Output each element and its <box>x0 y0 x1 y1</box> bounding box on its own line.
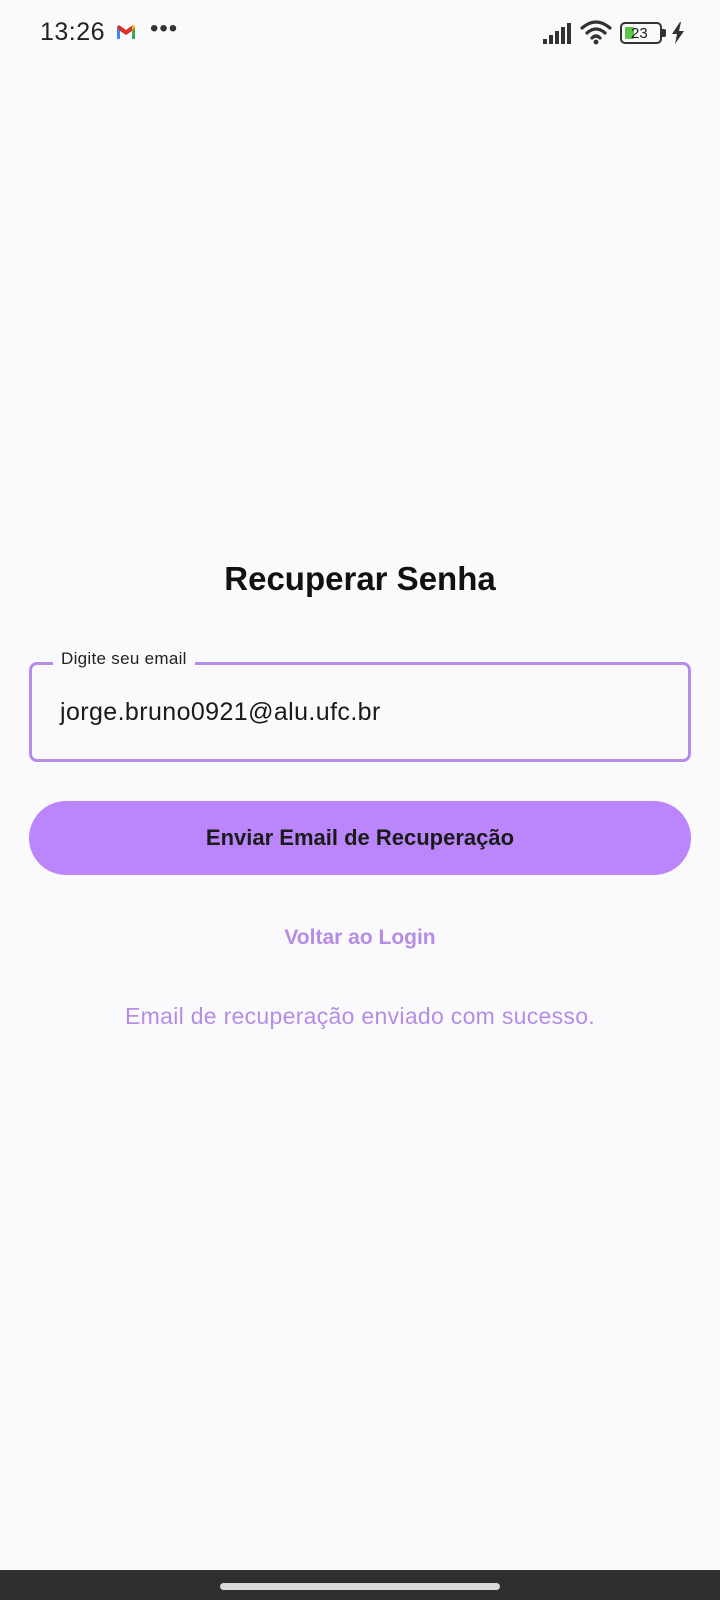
battery-icon: 23 <box>620 22 666 44</box>
battery-level: 23 <box>631 25 648 42</box>
email-field-value[interactable]: jorge.bruno0921@alu.ufc.br <box>60 698 381 727</box>
page-title: Recuperar Senha <box>224 560 496 597</box>
wifi-icon <box>580 20 612 45</box>
navigation-bar <box>0 1570 720 1600</box>
email-field-label: Digite seu email <box>53 649 195 669</box>
charging-icon <box>672 22 684 44</box>
gmail-icon <box>117 25 135 39</box>
recover-password-screen: 13:26 ••• 23 Recuperar Senha Digite seu … <box>0 0 720 1600</box>
success-message: Email de recuperação enviado com sucesso… <box>125 1003 595 1029</box>
home-indicator[interactable] <box>220 1583 500 1590</box>
status-time: 13:26 <box>40 18 106 46</box>
more-dots-icon: ••• <box>150 15 179 42</box>
send-recovery-email-button[interactable]: Enviar Email de Recuperação <box>29 801 691 875</box>
status-bar: 13:26 ••• 23 <box>0 0 720 70</box>
signal-icon <box>543 23 571 44</box>
email-field[interactable]: Digite seu email jorge.bruno0921@alu.ufc… <box>29 649 691 762</box>
back-to-login-link[interactable]: Voltar ao Login <box>0 926 720 950</box>
